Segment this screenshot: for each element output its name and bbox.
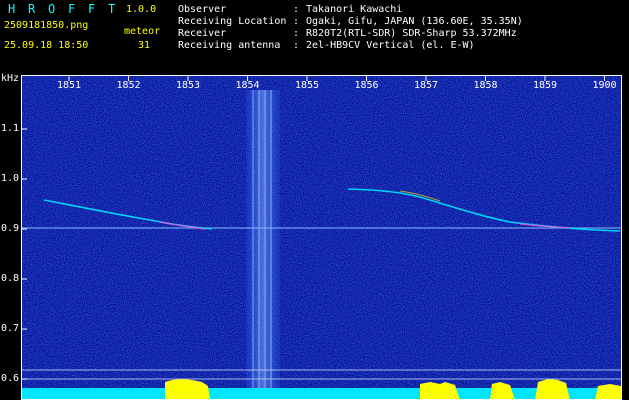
amplitude-peak <box>595 384 621 400</box>
x-tick-label: 1851 <box>57 80 82 91</box>
y-tick-label: 1.1 <box>1 123 20 134</box>
x-tick-label: 1858 <box>473 80 498 91</box>
x-tick-label: 1857 <box>414 80 439 91</box>
x-tick-label: 1855 <box>295 80 320 91</box>
spectrogram-noise <box>22 76 621 400</box>
x-tick-label: 1859 <box>533 80 558 91</box>
interference-band <box>246 90 280 400</box>
y-tick-label: 0.8 <box>1 273 20 284</box>
x-tick-label: 1856 <box>354 80 379 91</box>
x-tick-label: 1853 <box>176 80 201 91</box>
y-tick-label: 0.9 <box>1 223 20 234</box>
y-tick-label: 1.0 <box>1 173 20 184</box>
y-unit-label: kHz <box>1 73 20 84</box>
x-tick-label: 1852 <box>116 80 141 91</box>
y-tick-label: 0.6 <box>1 373 20 384</box>
x-tick-label: 1900 <box>592 80 617 91</box>
y-tick-label: 0.7 <box>1 323 20 334</box>
amplitude-peak <box>420 382 460 400</box>
x-tick-label: 1854 <box>235 80 260 91</box>
spectrogram <box>21 75 622 400</box>
